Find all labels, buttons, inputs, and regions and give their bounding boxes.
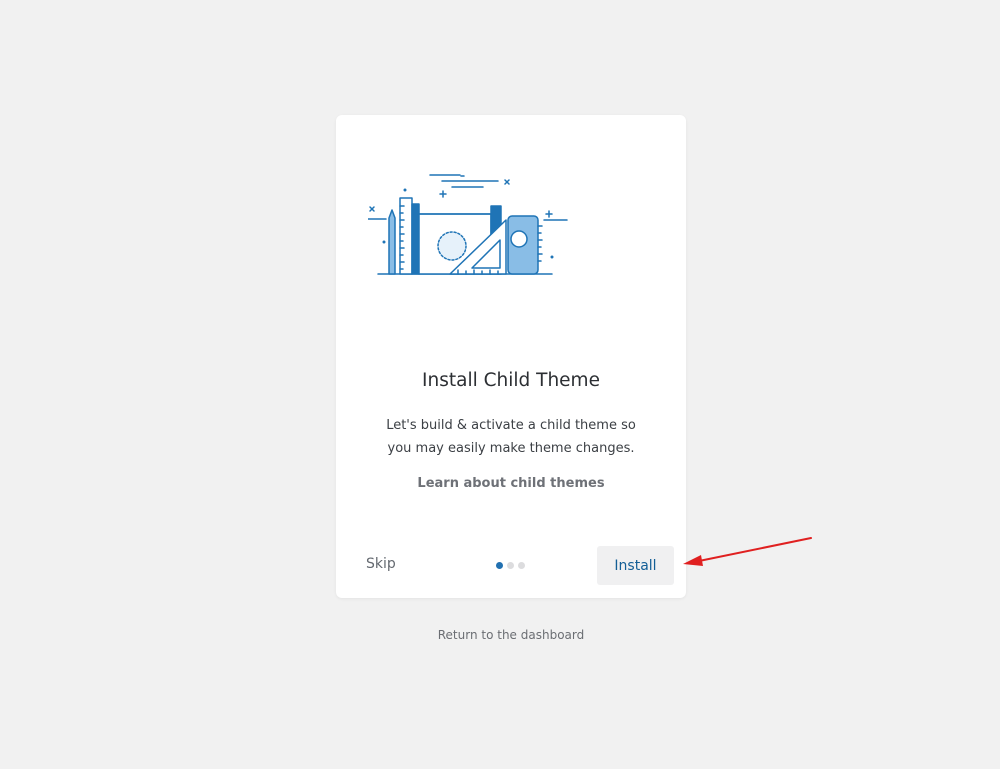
description-text: Let's build & activate a child theme so … [386, 418, 636, 456]
step-dot-1-active [496, 562, 503, 569]
red-arrow-annotation [683, 537, 812, 566]
install-button[interactable]: Install [597, 546, 674, 585]
design-tools-illustration [368, 174, 568, 275]
setup-wizard-card: Install Child Theme Let's build & activa… [336, 115, 686, 598]
step-dot-3 [518, 562, 525, 569]
return-to-dashboard-link[interactable]: Return to the dashboard [0, 628, 1000, 642]
step-indicator [496, 562, 525, 569]
page-title: Install Child Theme [422, 370, 600, 391]
skip-button[interactable]: Skip [366, 556, 396, 572]
learn-child-themes-link[interactable]: Learn about child themes [336, 476, 686, 491]
step-dot-2 [507, 562, 514, 569]
